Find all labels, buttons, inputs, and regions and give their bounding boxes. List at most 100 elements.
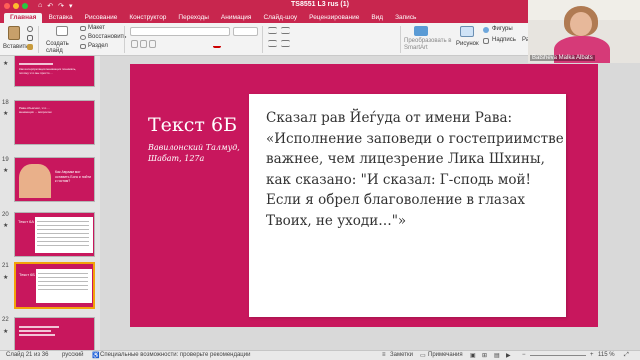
notes-button[interactable]: Заметки — [390, 352, 413, 358]
ribbon-separator — [262, 26, 263, 53]
thumbnail-text: Текст 6А — [18, 219, 35, 224]
underline-icon[interactable] — [149, 40, 156, 48]
italic-icon[interactable] — [140, 40, 147, 48]
section-button[interactable]: Раздел — [88, 43, 108, 49]
paste-button[interactable]: Вставить — [3, 44, 28, 50]
ribbon-separator — [124, 26, 125, 53]
shapes-icon — [483, 27, 489, 33]
picture-button[interactable]: Рисунок — [456, 41, 479, 47]
zoom-out-icon[interactable]: − — [522, 352, 526, 358]
thumbnail-text-line — [19, 330, 51, 332]
thumbnail-text-line — [19, 326, 59, 328]
thumbnail-text-card — [36, 269, 92, 303]
shapes-button[interactable]: Фигуры — [492, 26, 513, 32]
font-name-select[interactable] — [130, 27, 230, 36]
section-icon — [80, 44, 86, 49]
reset-button[interactable]: Восстановить — [88, 34, 126, 40]
smartart-button[interactable]: Преобразовать в SmartArt — [404, 38, 454, 52]
thumbnail-text: Текст 6Б — [19, 272, 36, 277]
slide-thumbnail-20[interactable]: Текст 6А — [14, 212, 95, 257]
thumbnail-number-20: 20 — [2, 212, 9, 218]
textbox-button[interactable]: Надпись — [492, 37, 516, 43]
ribbon-separator — [38, 26, 39, 53]
tab-home[interactable]: Главная — [4, 13, 43, 23]
accessibility-icon[interactable]: ♿ — [92, 352, 99, 359]
slide-thumbnail-22[interactable] — [14, 317, 95, 350]
thumbnail-text-card — [35, 217, 93, 253]
fit-slide-icon[interactable]: ⤢ — [624, 352, 629, 359]
slide-thumbnail-17[interactable]: Как интерпретация меняющих понимать, пот… — [14, 56, 95, 87]
thumbnail-star-icon: ★ — [3, 168, 9, 174]
slide-title[interactable]: Текст 6Б — [148, 114, 237, 136]
cut-icon[interactable] — [27, 26, 33, 32]
picture-icon[interactable] — [460, 26, 474, 37]
tab-view[interactable]: Вид — [365, 14, 389, 23]
tab-insert[interactable]: Вставка — [42, 14, 78, 23]
copy-icon[interactable] — [27, 35, 33, 41]
webcam-person-face — [570, 12, 592, 36]
thumbnail-text-line — [19, 334, 55, 336]
numbering-icon[interactable] — [281, 27, 290, 34]
status-bar: Слайд 21 из 36 русский ♿ Специальные воз… — [0, 350, 640, 360]
layout-button[interactable]: Макет — [88, 25, 105, 31]
comments-icon[interactable]: ▭ — [420, 352, 426, 359]
thumbnail-number-21: 21 — [2, 263, 9, 269]
bold-icon[interactable] — [131, 40, 138, 48]
font-color-icon[interactable] — [213, 40, 221, 48]
bullets-icon[interactable] — [268, 27, 277, 34]
sorter-view-icon[interactable]: ⊞ — [482, 352, 487, 359]
reading-view-icon[interactable]: ▤ — [494, 352, 500, 359]
slide-source[interactable]: Вавилонский Талмуд, Шабат, 127а — [148, 142, 248, 164]
normal-view-icon[interactable]: ▣ — [470, 352, 476, 359]
thumbnail-number-19: 19 — [2, 157, 9, 163]
thumbnail-text: Как интерпретация меняющих понимать, пот… — [19, 67, 77, 75]
quote-text[interactable]: Сказал рав Йеѓуда от имени Рава: «Исполн… — [266, 108, 566, 231]
notes-icon[interactable]: ≡ — [382, 352, 386, 358]
font-size-select[interactable] — [233, 27, 258, 36]
new-slide-icon[interactable] — [56, 26, 68, 36]
language-indicator[interactable]: русский — [62, 352, 84, 358]
thumbnail-text: Как Авраам мог оставить Бога и пойти к г… — [55, 170, 92, 183]
zoom-level[interactable]: 115 % — [598, 352, 615, 358]
tab-design[interactable]: Конструктор — [123, 14, 172, 23]
accessibility-status[interactable]: Специальные возможности: проверьте реком… — [100, 352, 250, 358]
comments-button[interactable]: Примечания — [428, 352, 463, 358]
format-painter-icon[interactable] — [27, 44, 33, 50]
thumbnail-text-line — [19, 63, 53, 65]
zoom-in-icon[interactable]: + — [590, 352, 594, 358]
slideshow-view-icon[interactable]: ▶ — [506, 352, 511, 359]
thumbnail-text: Рава объяснил, что ... меняющих ... вопр… — [19, 106, 52, 114]
layout-icon — [80, 26, 86, 31]
new-slide-button[interactable]: Создать слайд — [46, 41, 76, 55]
tab-transitions[interactable]: Переходы — [172, 14, 215, 23]
align-center-icon[interactable] — [281, 40, 290, 47]
slide-counter: Слайд 21 из 36 — [6, 352, 49, 358]
slide-canvas[interactable]: Текст 6Б Вавилонский Талмуд, Шабат, 127а… — [130, 64, 598, 327]
tab-review[interactable]: Рецензирование — [303, 14, 365, 23]
smartart-icon[interactable] — [414, 26, 428, 36]
zoom-slider[interactable] — [530, 355, 586, 356]
tab-animations[interactable]: Анимация — [215, 14, 258, 23]
slide-thumbnail-18[interactable]: Рава объяснил, что ... меняющих ... вопр… — [14, 100, 95, 145]
thumbnail-star-icon: ★ — [3, 329, 9, 335]
thumbnail-star-icon: ★ — [3, 61, 9, 67]
slide-thumbnails-pane[interactable]: ★ Как интерпретация меняющих понимать, п… — [0, 56, 100, 350]
webcam-overlay: Batsheva Malka Albats — [528, 0, 640, 63]
thumbnail-star-icon: ★ — [3, 275, 9, 281]
reset-icon — [80, 35, 86, 40]
thumbnail-number-18: 18 — [2, 100, 9, 106]
tab-record[interactable]: Запись — [389, 14, 422, 23]
ribbon-separator — [400, 26, 401, 53]
thumbnail-illustration — [19, 164, 51, 198]
webcam-name-label: Batsheva Malka Albats — [530, 55, 595, 61]
thumbnail-number-22: 22 — [2, 317, 9, 323]
slide-thumbnail-19[interactable]: Как Авраам мог оставить Бога и пойти к г… — [14, 157, 95, 202]
slide-thumbnail-21[interactable]: Текст 6Б — [14, 262, 95, 309]
align-left-icon[interactable] — [268, 40, 277, 47]
tab-draw[interactable]: Рисование — [79, 14, 124, 23]
tab-slideshow[interactable]: Слайд-шоу — [257, 14, 303, 23]
paste-icon[interactable] — [8, 26, 20, 40]
document-title-text: TS8551 L3 rus (1) — [291, 1, 349, 8]
quote-card[interactable]: Сказал рав Йеѓуда от имени Рава: «Исполн… — [249, 94, 566, 317]
thumbnail-star-icon: ★ — [3, 111, 9, 117]
